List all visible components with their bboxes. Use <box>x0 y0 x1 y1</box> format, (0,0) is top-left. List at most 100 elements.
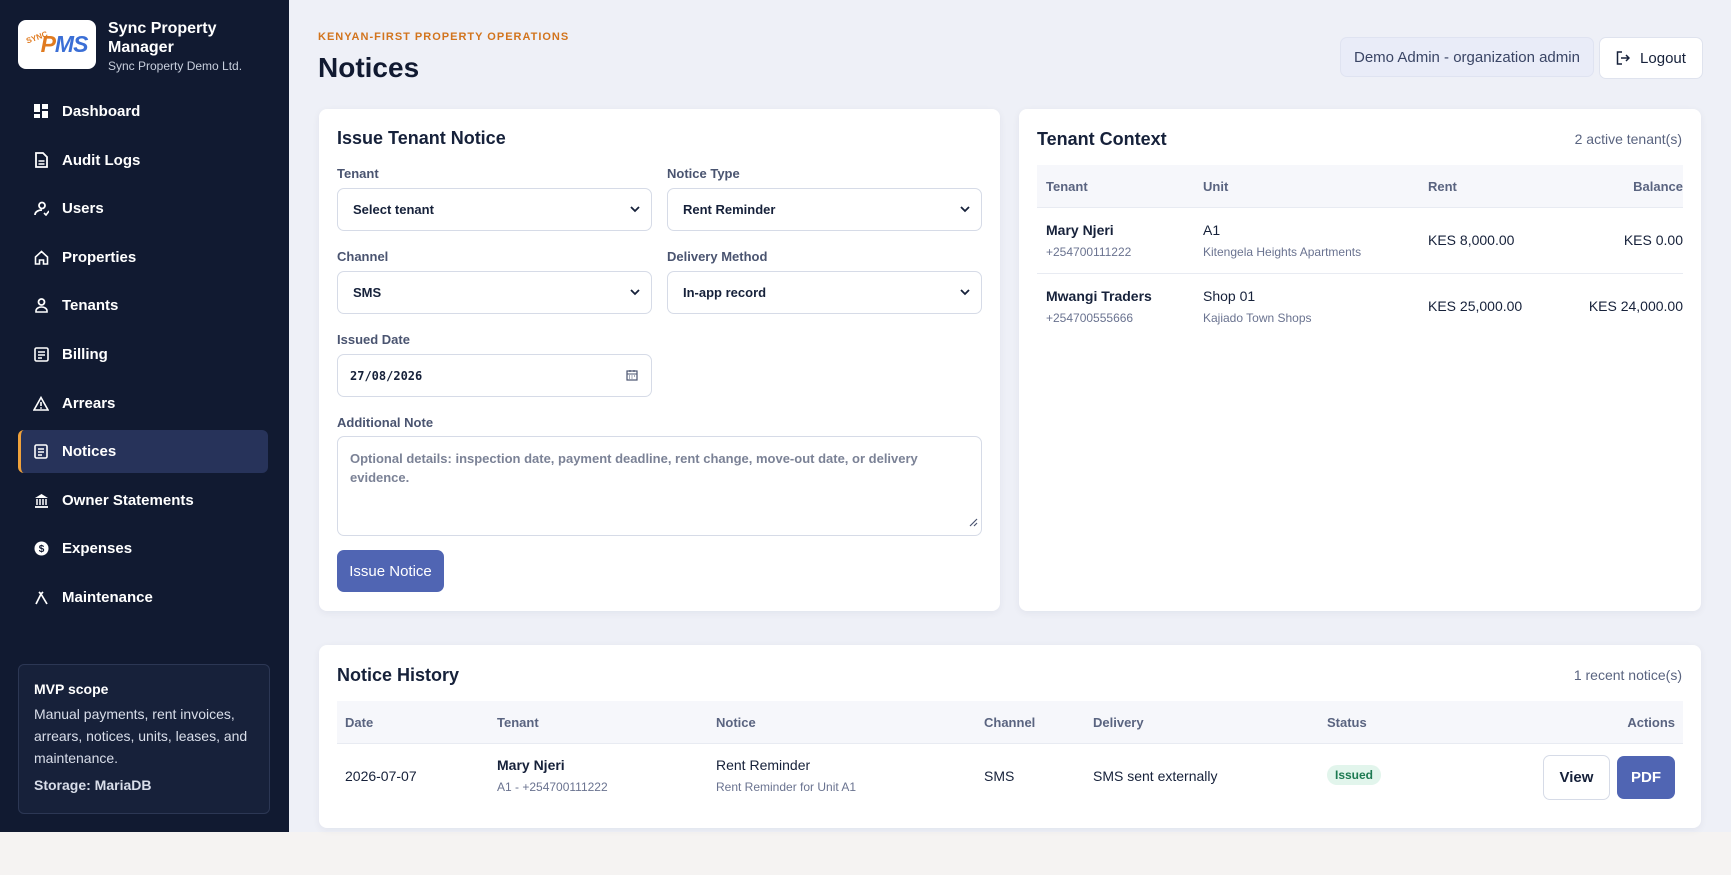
notice-type-value: Rent Reminder <box>683 202 776 217</box>
scope-storage: Storage: MariaDB <box>34 777 152 793</box>
notice-history-title: Notice History <box>337 665 460 685</box>
sidebar-item-label: Owner Statements <box>62 491 194 509</box>
sidebar-item-label: Expenses <box>62 540 133 558</box>
table-row: 2026-07-07 Mary Njeri A1 - +254700111222… <box>337 743 1683 809</box>
table-row[interactable]: Mwangi Traders +254700555666 Shop 01 Kaj… <box>1037 273 1683 339</box>
col-notice: Notice <box>716 715 756 730</box>
col-actions: Actions <box>1627 715 1675 730</box>
warning-icon <box>33 395 49 411</box>
unit-name: Shop 01 <box>1203 288 1256 304</box>
issue-notice-button[interactable]: Issue Notice <box>337 550 444 592</box>
page-eyebrow: KENYAN-FIRST PROPERTY OPERATIONS <box>318 31 570 43</box>
svg-text:$: $ <box>38 544 44 555</box>
sidebar-item-billing[interactable]: Billing <box>18 333 268 376</box>
dollar-icon: $ <box>33 541 49 557</box>
sidebar-item-label: Users <box>62 200 104 218</box>
tenant-icon <box>33 298 49 314</box>
notice-history-header: Date Tenant Notice Channel Delivery Stat… <box>337 701 1683 743</box>
notice-title: Rent Reminder <box>716 757 811 773</box>
col-status: Status <box>1327 715 1367 730</box>
tenant-context-header: Tenant Unit Rent Balance <box>1037 165 1683 207</box>
notice-type-label: Notice Type <box>667 166 740 181</box>
document-icon <box>33 152 49 168</box>
pdf-button[interactable]: PDF <box>1617 756 1675 799</box>
logout-icon <box>1616 51 1631 65</box>
sidebar-item-label: Arrears <box>62 394 116 412</box>
notice-subtitle: Rent Reminder for Unit A1 <box>716 780 857 794</box>
tenant-label: Tenant <box>337 166 379 181</box>
sidebar-item-label: Dashboard <box>62 103 141 120</box>
sidebar-item-arrears[interactable]: Arrears <box>18 382 268 425</box>
issue-notice-title: Issue Tenant Notice <box>337 128 506 148</box>
table-row[interactable]: Mary Njeri +254700111222 A1 Kitengela He… <box>1037 207 1683 273</box>
notice-icon <box>33 444 49 460</box>
chevron-down-icon <box>629 203 641 218</box>
tenant-context-card: Tenant Context 2 active tenant(s) Tenant… <box>1019 109 1701 611</box>
resize-grip-icon[interactable] <box>968 513 978 532</box>
users-icon <box>33 201 49 217</box>
sidebar-item-notices[interactable]: Notices <box>18 430 268 474</box>
brand-logo: SYNC PMS <box>18 20 96 69</box>
mvp-scope-panel: MVP scope Manual payments, rent invoices… <box>18 664 270 814</box>
active-tenant-count: 2 active tenant(s) <box>1574 131 1682 147</box>
col-tenant: Tenant <box>1046 179 1088 194</box>
notice-date: 2026-07-07 <box>345 768 417 784</box>
notice-tenant-sub: A1 - +254700111222 <box>497 780 608 794</box>
sidebar-item-expenses[interactable]: $ Expenses <box>18 527 268 570</box>
logout-button[interactable]: Logout <box>1599 37 1703 79</box>
tenant-phone: +254700111222 <box>1046 245 1132 259</box>
additional-note-textarea[interactable]: Optional details: inspection date, payme… <box>337 436 982 536</box>
note-placeholder: Optional details: inspection date, payme… <box>350 451 918 485</box>
sidebar-item-maintenance[interactable]: Maintenance <box>18 576 268 619</box>
chevron-down-icon <box>629 286 641 301</box>
sidebar-item-tenants[interactable]: Tenants <box>18 284 268 327</box>
notice-delivery: SMS sent externally <box>1093 768 1218 784</box>
calendar-icon[interactable] <box>626 369 638 384</box>
additional-note-label: Additional Note <box>337 415 434 430</box>
tenant-name: Mwangi Traders <box>1046 288 1152 304</box>
notice-history-card: Notice History 1 recent notice(s) Date T… <box>319 645 1701 828</box>
sidebar-item-audit-logs[interactable]: Audit Logs <box>18 139 268 182</box>
status-badge: Issued <box>1327 765 1382 785</box>
delivery-method-label: Delivery Method <box>667 249 768 264</box>
delivery-method-select[interactable]: In-app record <box>667 271 982 314</box>
tenant-name: Mary Njeri <box>1046 222 1114 238</box>
logout-label: Logout <box>1640 49 1686 67</box>
issued-date-value: 27/08/2026 <box>350 368 423 383</box>
property-name: Kajiado Town Shops <box>1203 311 1312 325</box>
sidebar-item-users[interactable]: Users <box>18 187 268 230</box>
tenant-phone: +254700555666 <box>1046 311 1134 325</box>
sidebar: SYNC PMS Sync Property Manager Sync Prop… <box>0 0 289 832</box>
tenant-select-value: Select tenant <box>353 202 434 217</box>
issue-notice-card: Issue Tenant Notice Tenant Select tenant… <box>319 109 1000 611</box>
sidebar-item-owner-statements[interactable]: Owner Statements <box>18 479 268 522</box>
delivery-method-value: In-app record <box>683 285 767 300</box>
sidebar-nav: Dashboard Audit Logs Users Properties Te… <box>18 90 268 625</box>
sidebar-item-label: Tenants <box>62 297 119 315</box>
rent-value: KES 8,000.00 <box>1428 232 1515 248</box>
notice-tenant: Mary Njeri <box>497 757 565 773</box>
issued-date-input[interactable]: 27/08/2026 <box>337 354 652 397</box>
rent-value: KES 25,000.00 <box>1428 298 1523 314</box>
chevron-down-icon <box>959 203 971 218</box>
sidebar-item-dashboard[interactable]: Dashboard <box>18 90 268 133</box>
brand-org: Sync Property Demo Ltd. <box>108 59 243 73</box>
brand-name: Sync Property Manager <box>108 20 217 56</box>
sidebar-item-label: Audit Logs <box>62 151 141 169</box>
brand[interactable]: SYNC PMS Sync Property Manager Sync Prop… <box>18 20 242 73</box>
user-role-badge: Demo Admin - organization admin <box>1340 37 1594 77</box>
notice-type-select[interactable]: Rent Reminder <box>667 188 982 231</box>
col-channel: Channel <box>984 715 1036 730</box>
col-date: Date <box>345 715 374 730</box>
channel-select[interactable]: SMS <box>337 271 652 314</box>
notice-channel: SMS <box>984 768 1015 784</box>
tenant-select[interactable]: Select tenant <box>337 188 652 231</box>
sidebar-item-properties[interactable]: Properties <box>18 236 268 279</box>
view-button[interactable]: View <box>1543 755 1610 800</box>
bank-icon <box>33 492 49 508</box>
sidebar-item-label: Properties <box>62 248 137 266</box>
col-delivery: Delivery <box>1093 715 1144 730</box>
page-title: Notices <box>318 52 420 83</box>
col-tenant: Tenant <box>497 715 539 730</box>
main-content: KENYAN-FIRST PROPERTY OPERATIONS Notices… <box>289 0 1731 832</box>
